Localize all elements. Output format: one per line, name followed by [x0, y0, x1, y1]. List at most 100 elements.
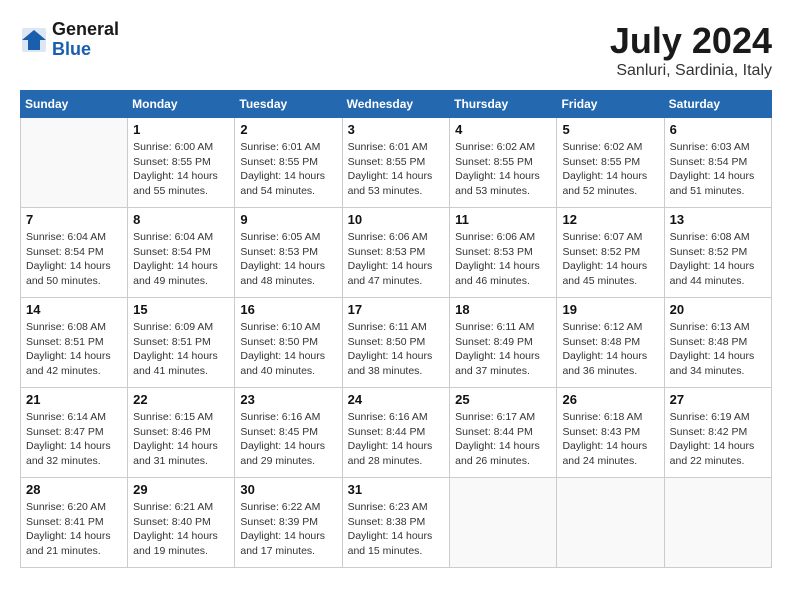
day-info: Sunrise: 6:19 AMSunset: 8:42 PMDaylight:… [670, 410, 766, 469]
day-info: Sunrise: 6:00 AMSunset: 8:55 PMDaylight:… [133, 140, 229, 199]
calendar-cell: 7Sunrise: 6:04 AMSunset: 8:54 PMDaylight… [21, 208, 128, 298]
day-number: 10 [348, 212, 445, 227]
day-info: Sunrise: 6:22 AMSunset: 8:39 PMDaylight:… [240, 500, 336, 559]
calendar-cell: 23 Sunrise: 6:16 AMSunset: 8:45 PMDayligh… [235, 388, 342, 478]
calendar-cell: 19 Sunrise: 6:12 AMSunset: 8:48 PMDayligh… [557, 298, 664, 388]
calendar-cell: 22 Sunrise: 6:15 AMSunset: 8:46 PMDayligh… [128, 388, 235, 478]
calendar-cell: 29 Sunrise: 6:21 AMSunset: 8:40 PMDayligh… [128, 478, 235, 568]
weekday-header-tuesday: Tuesday [235, 91, 342, 118]
day-info: Sunrise: 6:16 AMSunset: 8:44 PMDaylight:… [348, 410, 445, 469]
day-number: 18 [455, 302, 551, 317]
day-info: Sunrise: 6:05 AMSunset: 8:53 PMDaylight:… [240, 230, 336, 289]
day-info: Sunrise: 6:14 AMSunset: 8:47 PMDaylight:… [26, 410, 122, 469]
calendar-cell: 21 Sunrise: 6:14 AMSunset: 8:47 PMDayligh… [21, 388, 128, 478]
day-number: 7 [26, 212, 122, 227]
calendar-cell: 25 Sunrise: 6:17 AMSunset: 8:44 PMDayligh… [450, 388, 557, 478]
day-info: Sunrise: 6:08 AMSunset: 8:52 PMDaylight:… [670, 230, 766, 289]
month-title: July 2024 [610, 20, 772, 62]
day-info: Sunrise: 6:20 AMSunset: 8:41 PMDaylight:… [26, 500, 122, 559]
calendar-cell: 31 Sunrise: 6:23 AMSunset: 8:38 PMDayligh… [342, 478, 450, 568]
calendar-cell: 26 Sunrise: 6:18 AMSunset: 8:43 PMDayligh… [557, 388, 664, 478]
calendar-cell: 17 Sunrise: 6:11 AMSunset: 8:50 PMDayligh… [342, 298, 450, 388]
day-info: Sunrise: 6:06 AMSunset: 8:53 PMDaylight:… [455, 230, 551, 289]
calendar-cell: 28Sunrise: 6:20 AMSunset: 8:41 PMDayligh… [21, 478, 128, 568]
calendar-cell [450, 478, 557, 568]
calendar-cell: 10 Sunrise: 6:06 AMSunset: 8:53 PMDayligh… [342, 208, 450, 298]
weekday-header-row: SundayMondayTuesdayWednesdayThursdayFrid… [21, 91, 772, 118]
day-number: 23 [240, 392, 336, 407]
day-info: Sunrise: 6:08 AMSunset: 8:51 PMDaylight:… [26, 320, 122, 379]
day-number: 25 [455, 392, 551, 407]
weekday-header-wednesday: Wednesday [342, 91, 450, 118]
day-info: Sunrise: 6:02 AMSunset: 8:55 PMDaylight:… [562, 140, 658, 199]
logo: General Blue [20, 20, 119, 60]
calendar-cell: 9Sunrise: 6:05 AMSunset: 8:53 PMDaylight… [235, 208, 342, 298]
calendar-cell: 16Sunrise: 6:10 AMSunset: 8:50 PMDayligh… [235, 298, 342, 388]
day-info: Sunrise: 6:01 AMSunset: 8:55 PMDaylight:… [348, 140, 445, 199]
day-info: Sunrise: 6:07 AMSunset: 8:52 PMDaylight:… [562, 230, 658, 289]
weekday-header-saturday: Saturday [664, 91, 771, 118]
day-number: 11 [455, 212, 551, 227]
day-number: 8 [133, 212, 229, 227]
day-info: Sunrise: 6:21 AMSunset: 8:40 PMDaylight:… [133, 500, 229, 559]
calendar-cell: 14Sunrise: 6:08 AMSunset: 8:51 PMDayligh… [21, 298, 128, 388]
day-number: 19 [562, 302, 658, 317]
day-number: 1 [133, 122, 229, 137]
logo-blue-text: Blue [52, 40, 119, 60]
calendar-week-row: 21 Sunrise: 6:14 AMSunset: 8:47 PMDayligh… [21, 388, 772, 478]
calendar-cell [557, 478, 664, 568]
calendar-table: SundayMondayTuesdayWednesdayThursdayFrid… [20, 90, 772, 568]
calendar-cell: 15Sunrise: 6:09 AMSunset: 8:51 PMDayligh… [128, 298, 235, 388]
day-number: 5 [562, 122, 658, 137]
day-number: 13 [670, 212, 766, 227]
calendar-cell: 3 Sunrise: 6:01 AMSunset: 8:55 PMDaylight… [342, 118, 450, 208]
calendar-cell: 27 Sunrise: 6:19 AMSunset: 8:42 PMDayligh… [664, 388, 771, 478]
day-info: Sunrise: 6:10 AMSunset: 8:50 PMDaylight:… [240, 320, 336, 379]
calendar-week-row: 1 Sunrise: 6:00 AMSunset: 8:55 PMDaylight… [21, 118, 772, 208]
day-number: 4 [455, 122, 551, 137]
day-info: Sunrise: 6:13 AMSunset: 8:48 PMDaylight:… [670, 320, 766, 379]
day-info: Sunrise: 6:17 AMSunset: 8:44 PMDaylight:… [455, 410, 551, 469]
logo-icon [20, 26, 48, 54]
day-info: Sunrise: 6:06 AMSunset: 8:53 PMDaylight:… [348, 230, 445, 289]
day-number: 2 [240, 122, 336, 137]
day-info: Sunrise: 6:18 AMSunset: 8:43 PMDaylight:… [562, 410, 658, 469]
calendar-cell: 24 Sunrise: 6:16 AMSunset: 8:44 PMDayligh… [342, 388, 450, 478]
calendar-cell: 30Sunrise: 6:22 AMSunset: 8:39 PMDayligh… [235, 478, 342, 568]
calendar-cell: 5 Sunrise: 6:02 AMSunset: 8:55 PMDaylight… [557, 118, 664, 208]
day-info: Sunrise: 6:12 AMSunset: 8:48 PMDaylight:… [562, 320, 658, 379]
weekday-header-sunday: Sunday [21, 91, 128, 118]
day-number: 22 [133, 392, 229, 407]
calendar-cell: 20Sunrise: 6:13 AMSunset: 8:48 PMDayligh… [664, 298, 771, 388]
day-number: 31 [348, 482, 445, 497]
weekday-header-thursday: Thursday [450, 91, 557, 118]
day-info: Sunrise: 6:04 AMSunset: 8:54 PMDaylight:… [133, 230, 229, 289]
calendar-cell [664, 478, 771, 568]
calendar-cell: 1 Sunrise: 6:00 AMSunset: 8:55 PMDaylight… [128, 118, 235, 208]
day-number: 29 [133, 482, 229, 497]
day-info: Sunrise: 6:01 AMSunset: 8:55 PMDaylight:… [240, 140, 336, 199]
weekday-header-monday: Monday [128, 91, 235, 118]
calendar-week-row: 14Sunrise: 6:08 AMSunset: 8:51 PMDayligh… [21, 298, 772, 388]
logo-general-text: General [52, 20, 119, 40]
logo-text: General Blue [52, 20, 119, 60]
day-number: 15 [133, 302, 229, 317]
day-number: 3 [348, 122, 445, 137]
title-block: July 2024 Sanluri, Sardinia, Italy [610, 20, 772, 80]
page-header: General Blue July 2024 Sanluri, Sardinia… [20, 20, 772, 80]
day-number: 21 [26, 392, 122, 407]
day-info: Sunrise: 6:02 AMSunset: 8:55 PMDaylight:… [455, 140, 551, 199]
day-info: Sunrise: 6:15 AMSunset: 8:46 PMDaylight:… [133, 410, 229, 469]
day-info: Sunrise: 6:11 AMSunset: 8:49 PMDaylight:… [455, 320, 551, 379]
day-number: 24 [348, 392, 445, 407]
day-info: Sunrise: 6:23 AMSunset: 8:38 PMDaylight:… [348, 500, 445, 559]
calendar-cell: 11 Sunrise: 6:06 AMSunset: 8:53 PMDayligh… [450, 208, 557, 298]
day-number: 26 [562, 392, 658, 407]
calendar-week-row: 28Sunrise: 6:20 AMSunset: 8:41 PMDayligh… [21, 478, 772, 568]
calendar-week-row: 7 Sunrise: 6:04 AMSunset: 8:54 PMDaylight… [21, 208, 772, 298]
day-number: 27 [670, 392, 766, 407]
day-info: Sunrise: 6:16 AMSunset: 8:45 PMDaylight:… [240, 410, 336, 469]
weekday-header-friday: Friday [557, 91, 664, 118]
day-info: Sunrise: 6:11 AMSunset: 8:50 PMDaylight:… [348, 320, 445, 379]
day-number: 17 [348, 302, 445, 317]
